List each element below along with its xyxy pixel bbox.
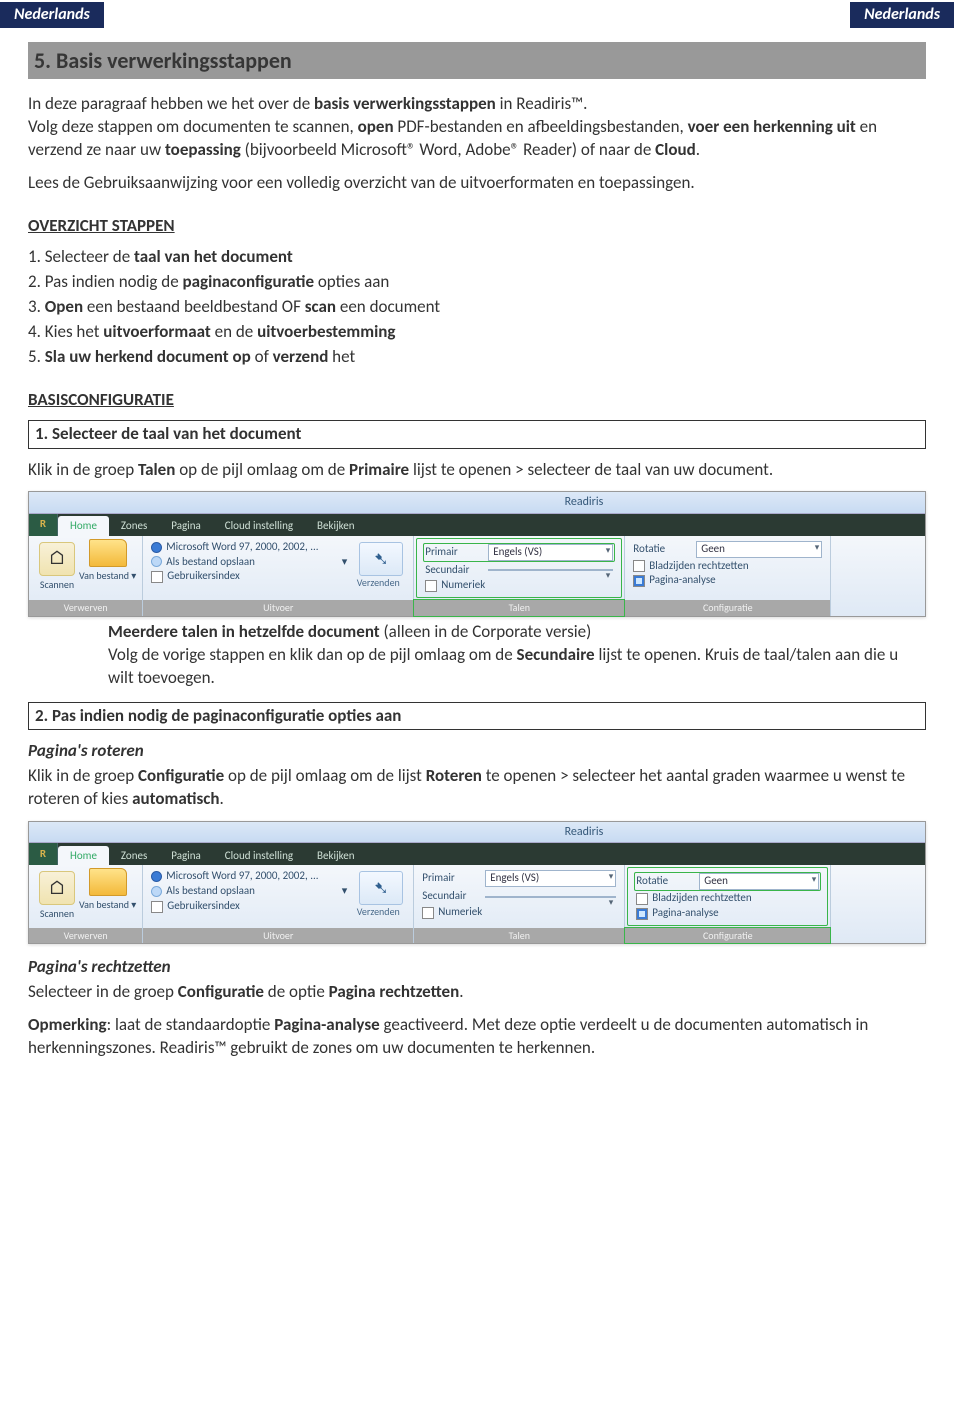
intro-paragraph-1: In deze paragraaf hebben we het over de … bbox=[28, 93, 926, 162]
rotation-dropdown[interactable]: Geen bbox=[696, 541, 822, 558]
scanner-icon[interactable]: ⌂ bbox=[39, 871, 75, 905]
step-5: 5. Sla uw herkend document op of verzend… bbox=[28, 346, 926, 369]
page-analysis-checkbox[interactable]: Pagina-analyse bbox=[631, 573, 824, 588]
output-word-option[interactable]: Microsoft Word 97, 2000, 2002, ... bbox=[149, 869, 349, 884]
checkbox-icon bbox=[633, 560, 645, 572]
step-1: 1. Selecteer de taal van het document bbox=[28, 246, 926, 269]
tab-pagina[interactable]: Pagina bbox=[159, 846, 212, 866]
tab-bekijken[interactable]: Bekijken bbox=[305, 516, 367, 536]
rotation-dropdown[interactable]: Geen bbox=[699, 873, 819, 890]
ribbon-screenshot-2: Readiris R Home Zones Pagina Cloud inste… bbox=[28, 821, 926, 944]
folder-icon[interactable] bbox=[89, 539, 127, 567]
primary-language-field[interactable]: PrimairEngels (VS) bbox=[420, 869, 618, 888]
checkbox-icon bbox=[422, 907, 434, 919]
send-button-icon[interactable]: ➷ bbox=[359, 542, 403, 576]
group-talen: Talen bbox=[414, 600, 624, 616]
send-button[interactable]: Verzenden bbox=[357, 576, 400, 590]
step-3: 3. Open een bestaand beeldbestand OF sca… bbox=[28, 296, 926, 319]
primary-language-dropdown[interactable]: Engels (VS) bbox=[485, 870, 616, 887]
header-left: Nederlands bbox=[0, 2, 104, 28]
straighten-paragraph: Selecteer in de groep Configuratie de op… bbox=[28, 981, 926, 1004]
rotation-field[interactable]: RotatieGeen bbox=[631, 540, 824, 559]
rotate-subheading: Pagina's roteren bbox=[28, 740, 144, 761]
numeric-checkbox[interactable]: Numeriek bbox=[420, 905, 618, 920]
group-uitvoer: Uitvoer bbox=[143, 600, 413, 616]
word-icon bbox=[151, 871, 162, 882]
app-title: Readiris bbox=[39, 824, 603, 840]
numeric-checkbox[interactable]: Numeriek bbox=[423, 578, 615, 593]
app-title: Readiris bbox=[39, 494, 603, 510]
app-logo-icon[interactable]: R bbox=[29, 843, 58, 865]
step-2: 2. Pas indien nodig de paginaconfigurati… bbox=[28, 271, 926, 294]
output-save-as-file[interactable]: Als bestand opslaan ▾ bbox=[149, 555, 349, 570]
app-logo-icon[interactable]: R bbox=[29, 514, 58, 536]
folder-icon[interactable] bbox=[89, 868, 127, 896]
primary-language-dropdown[interactable]: Engels (VS) bbox=[488, 544, 613, 561]
page-header: Nederlands Nederlands bbox=[0, 0, 954, 36]
overview-heading: OVERZICHT STAPPEN bbox=[28, 215, 926, 238]
ribbon-screenshot-1: Readiris R Home Zones Pagina Cloud inste… bbox=[28, 491, 926, 616]
basisconfig-heading: BASISCONFIGURATIE bbox=[28, 389, 926, 412]
checkbox-icon bbox=[633, 575, 645, 587]
cloud-icon bbox=[151, 556, 162, 567]
scan-button[interactable]: Scannen bbox=[40, 578, 74, 592]
output-user-index[interactable]: Gebruikersindex bbox=[149, 569, 349, 584]
scanner-icon[interactable]: ⌂ bbox=[39, 542, 75, 576]
straighten-subheading: Pagina's rechtzetten bbox=[28, 956, 171, 977]
intro-paragraph-2: Lees de Gebruiksaanwijzing voor een voll… bbox=[28, 172, 926, 195]
checkbox-icon bbox=[151, 901, 163, 913]
output-user-index[interactable]: Gebruikersindex bbox=[149, 899, 349, 914]
page-analysis-checkbox[interactable]: Pagina-analyse bbox=[634, 906, 821, 921]
primary-language-field[interactable]: PrimairEngels (VS) bbox=[423, 543, 615, 562]
from-file-button[interactable]: Van bestand ▾ bbox=[79, 569, 136, 583]
checkbox-icon bbox=[425, 580, 437, 592]
group-uitvoer: Uitvoer bbox=[143, 928, 413, 944]
header-right: Nederlands bbox=[850, 2, 954, 28]
secondary-language-dropdown[interactable] bbox=[488, 569, 613, 571]
group-configuratie: Configuratie bbox=[625, 600, 830, 616]
tab-zones[interactable]: Zones bbox=[109, 516, 159, 536]
secondary-language-dropdown[interactable] bbox=[485, 896, 616, 898]
multi-language-note: Meerdere talen in hetzelfde document (al… bbox=[108, 621, 926, 690]
steps-list: 1. Selecteer de taal van het document 2.… bbox=[28, 246, 926, 369]
scan-button[interactable]: Scannen bbox=[40, 907, 74, 921]
tab-bekijken[interactable]: Bekijken bbox=[305, 846, 367, 866]
output-save-as-file[interactable]: Als bestand opslaan ▾ bbox=[149, 884, 349, 899]
word-icon bbox=[151, 542, 162, 553]
checkbox-icon bbox=[636, 908, 648, 920]
group-talen: Talen bbox=[414, 928, 624, 944]
send-button[interactable]: Verzenden bbox=[357, 905, 400, 919]
group-verwerven: Verwerven bbox=[29, 928, 142, 944]
checkbox-icon bbox=[636, 893, 648, 905]
tab-cloud[interactable]: Cloud instelling bbox=[213, 846, 305, 866]
section-title: 5. Basis verwerkingsstappen bbox=[28, 42, 926, 80]
from-file-button[interactable]: Van bestand ▾ bbox=[79, 898, 136, 912]
group-configuratie: Configuratie bbox=[625, 928, 830, 944]
group-verwerven: Verwerven bbox=[29, 600, 142, 616]
tab-zones[interactable]: Zones bbox=[109, 846, 159, 866]
cloud-icon bbox=[151, 886, 162, 897]
step-box-2: 2. Pas indien nodig de paginaconfigurati… bbox=[28, 702, 926, 731]
rotate-paragraph: Klik in de groep Configuratie op de pijl… bbox=[28, 765, 926, 811]
step-4: 4. Kies het uitvoerformaat en de uitvoer… bbox=[28, 321, 926, 344]
secondary-language-field[interactable]: Secundair bbox=[420, 888, 618, 905]
step-box-1: 1. Selecteer de taal van het document bbox=[28, 420, 926, 449]
tab-home[interactable]: Home bbox=[58, 846, 109, 866]
straighten-checkbox[interactable]: Bladzijden rechtzetten bbox=[634, 891, 821, 906]
note-paragraph: Opmerking: laat de standaardoptie Pagina… bbox=[28, 1014, 926, 1060]
para-select-language: Klik in de groep Talen op de pijl omlaag… bbox=[28, 459, 926, 482]
send-button-icon[interactable]: ➷ bbox=[359, 871, 403, 905]
tab-cloud[interactable]: Cloud instelling bbox=[213, 516, 305, 536]
output-word-option[interactable]: Microsoft Word 97, 2000, 2002, ... bbox=[149, 540, 349, 555]
tab-home[interactable]: Home bbox=[58, 516, 109, 536]
rotation-field[interactable]: RotatieGeen bbox=[634, 872, 821, 891]
secondary-language-field[interactable]: Secundair bbox=[423, 562, 615, 579]
straighten-checkbox[interactable]: Bladzijden rechtzetten bbox=[631, 559, 824, 574]
tab-pagina[interactable]: Pagina bbox=[159, 516, 212, 536]
checkbox-icon bbox=[151, 571, 163, 583]
